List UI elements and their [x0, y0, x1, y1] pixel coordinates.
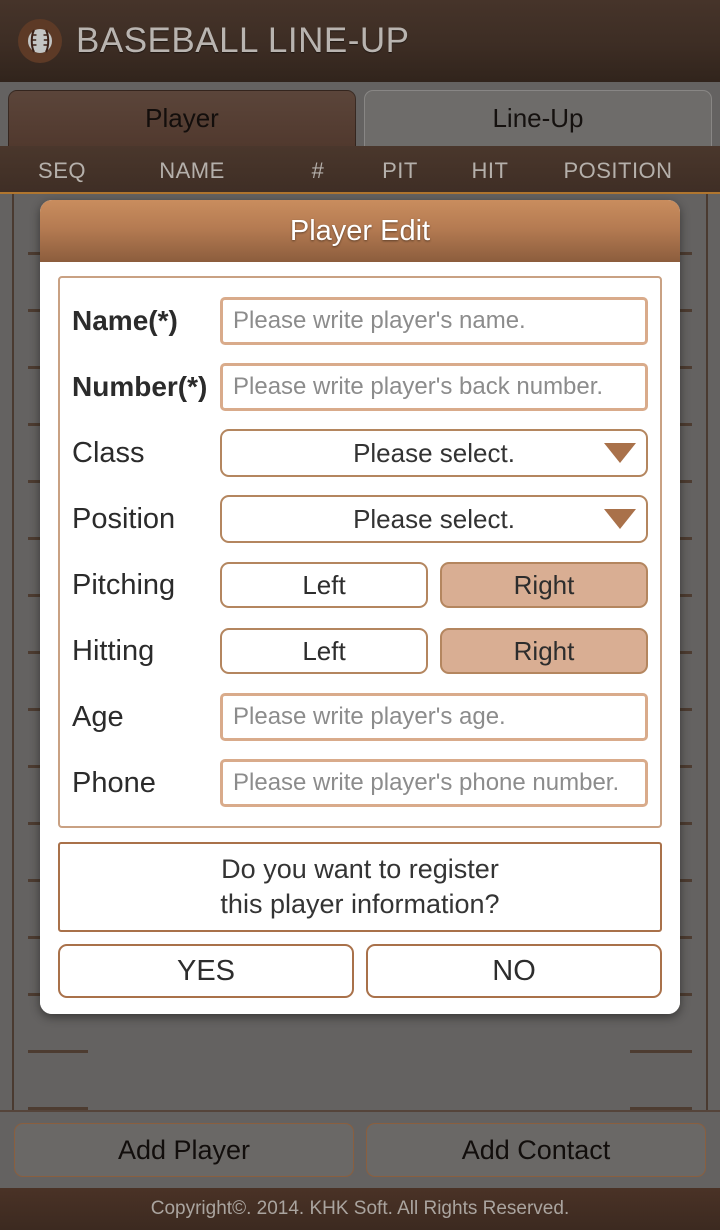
field-row-name: Name(*) Please write player's name. [72, 288, 648, 354]
confirm-actions: YES NO [58, 944, 662, 998]
field-row-number: Number(*) Please write player's back num… [72, 354, 648, 420]
hitting-right-option[interactable]: Right [440, 628, 648, 674]
number-input[interactable]: Please write player's back number. [220, 363, 648, 411]
label-number: Number(*) [72, 371, 208, 402]
column-header-position: POSITION [563, 158, 673, 183]
player-edit-dialog: Player Edit Name(*) Please write player'… [40, 200, 680, 1014]
confirm-message-line2: this player information? [220, 889, 500, 919]
field-row-phone: Phone Please write player's phone number… [72, 750, 648, 816]
field-row-position: Position Please select. [72, 486, 648, 552]
age-input[interactable]: Please write player's age. [220, 693, 648, 741]
name-input[interactable]: Please write player's name. [220, 297, 648, 345]
yes-button[interactable]: YES [58, 944, 354, 998]
position-select[interactable]: Please select. [220, 495, 648, 543]
chevron-down-icon [604, 443, 636, 463]
label-phone: Phone [72, 766, 156, 799]
label-pitching: Pitching [72, 568, 176, 601]
column-header-seq: SEQ [38, 158, 86, 183]
pitching-right-option[interactable]: Right [440, 562, 648, 608]
label-hitting: Hitting [72, 634, 155, 667]
footer-copyright: Copyright©. 2014. KHK Soft. All Rights R… [0, 1188, 720, 1230]
app-header: BASEBALL LINE-UP [0, 0, 720, 82]
phone-input[interactable]: Please write player's phone number. [220, 759, 648, 807]
confirm-message: Do you want to register this player info… [58, 842, 662, 932]
field-row-hitting: Hitting Left Right [72, 618, 648, 684]
dialog-body: Name(*) Please write player's name. Numb… [40, 262, 680, 1014]
bottom-action-bar: Add Player Add Contact [0, 1110, 720, 1188]
hitting-segment: Left Right [220, 628, 648, 674]
field-row-pitching: Pitching Left Right [72, 552, 648, 618]
class-select[interactable]: Please select. [220, 429, 648, 477]
label-class: Class [72, 436, 145, 469]
column-header-number: # [311, 158, 325, 183]
column-header-pit: PIT [382, 158, 418, 183]
table-column-header: SEQ NAME # PIT HIT POSITION [0, 146, 720, 194]
label-name: Name(*) [72, 305, 178, 336]
field-row-age: Age Please write player's age. [72, 684, 648, 750]
add-player-button[interactable]: Add Player [14, 1123, 354, 1177]
tab-line-up[interactable]: Line-Up [364, 90, 712, 146]
baseball-icon [18, 19, 62, 63]
column-header-hit: HIT [471, 158, 509, 183]
hitting-left-option[interactable]: Left [220, 628, 428, 674]
tab-bar: Player Line-Up [0, 90, 720, 146]
dialog-title: Player Edit [40, 200, 680, 262]
confirm-message-line1: Do you want to register [221, 854, 499, 885]
position-select-value: Please select. [353, 503, 515, 534]
tab-player[interactable]: Player [8, 90, 356, 146]
column-header-name: NAME [159, 158, 225, 183]
app-screen: BASEBALL LINE-UP Player Line-Up SEQ NAME… [0, 0, 720, 1230]
no-button[interactable]: NO [366, 944, 662, 998]
player-form: Name(*) Please write player's name. Numb… [58, 276, 662, 828]
label-position: Position [72, 502, 176, 535]
pitching-segment: Left Right [220, 562, 648, 608]
add-contact-button[interactable]: Add Contact [366, 1123, 706, 1177]
page-title: BASEBALL LINE-UP [76, 21, 410, 60]
pitching-left-option[interactable]: Left [220, 562, 428, 608]
class-select-value: Please select. [353, 437, 515, 468]
label-age: Age [72, 700, 124, 733]
chevron-down-icon [604, 509, 636, 529]
field-row-class: Class Please select. [72, 420, 648, 486]
